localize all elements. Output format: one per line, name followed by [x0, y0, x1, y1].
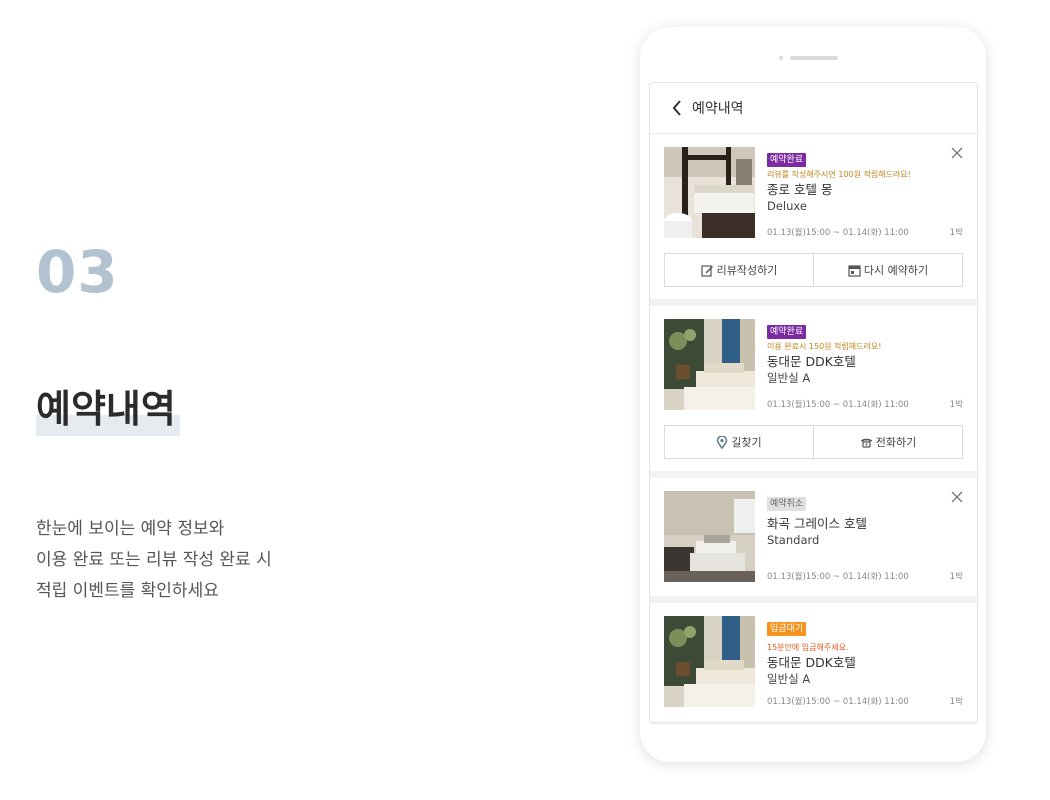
close-icon[interactable]	[949, 145, 965, 161]
reservation-card: 예약취소 화곡 그레이스 호텔 Standard 01.13(월)15:00 ~…	[650, 478, 977, 596]
page-title: 예약내역	[692, 101, 744, 117]
nights-count: 1박	[949, 697, 963, 707]
reward-notice: 리뷰를 작성해주시면 100원 적립해드려요!	[767, 170, 911, 179]
hotel-thumbnail[interactable]	[664, 491, 755, 582]
nights-count: 1박	[949, 572, 963, 582]
location-pin-icon	[717, 435, 728, 449]
nights-count: 1박	[949, 228, 963, 238]
hotel-name[interactable]: 화곡 그레이스 호텔	[767, 515, 963, 532]
description-line: 적립 이벤트를 확인하세요	[36, 581, 219, 601]
directions-label: 길찾기	[731, 436, 762, 449]
stay-dates: 01.13(월)15:00 ~ 01.14(화) 11:00	[767, 228, 909, 238]
action-bar: 리뷰작성하기 다시 예약하기	[664, 253, 963, 287]
reward-notice: 이용 완료시 150원 적립해드려요!	[767, 342, 882, 351]
payment-notice: 15분안에 입금해주세요.	[767, 643, 849, 652]
directions-button[interactable]: 길찾기	[665, 426, 813, 458]
room-type: 일반실 A	[767, 672, 811, 686]
close-icon[interactable]	[949, 489, 965, 505]
reservation-card: 예약완료 이용 완료시 150원 적립해드려요! 동대문 DDK호텔 일반실 A…	[650, 306, 977, 471]
calendar-icon	[848, 264, 861, 277]
rebook-label: 다시 예약하기	[863, 264, 929, 277]
nights-count: 1박	[949, 400, 963, 410]
hotel-name[interactable]: 동대문 DDK호텔	[767, 654, 963, 671]
hotel-name[interactable]: 동대문 DDK호텔	[767, 353, 963, 370]
phone-speaker	[790, 56, 838, 60]
description-line: 한눈에 보이는 예약 정보와	[36, 519, 225, 539]
call-button[interactable]: 전화하기	[813, 426, 962, 458]
status-badge: 입금대기	[767, 622, 807, 636]
write-review-label: 리뷰작성하기	[716, 264, 778, 277]
hotel-name[interactable]: 종로 호텔 몽	[767, 181, 963, 198]
rebook-button[interactable]: 다시 예약하기	[813, 254, 962, 286]
status-badge: 예약완료	[767, 325, 807, 339]
feature-title: 예약내역	[36, 386, 180, 436]
step-number: 03	[36, 238, 119, 306]
phone-icon	[860, 438, 872, 448]
room-type: 일반실 A	[767, 371, 811, 385]
edit-icon	[701, 264, 713, 277]
hotel-thumbnail[interactable]	[664, 616, 755, 707]
hotel-thumbnail[interactable]	[664, 147, 755, 238]
description-line: 이용 완료 또는 리뷰 작성 완료 시	[36, 550, 272, 570]
room-type: Deluxe	[767, 199, 807, 213]
reservation-card: 예약완료 리뷰를 작성해주시면 100원 적립해드려요! 종로 호텔 몽 Del…	[650, 134, 977, 299]
app-header: 예약내역	[650, 83, 977, 134]
status-badge: 예약완료	[767, 153, 807, 167]
stay-dates: 01.13(월)15:00 ~ 01.14(화) 11:00	[767, 572, 909, 582]
app-screen: 예약내역 예약완료 리뷰를 작성해주시면 100원 적립해드려요! 종로 호텔 …	[649, 82, 978, 724]
reservation-card: 입금대기 15분안에 입금해주세요. 동대문 DDK호텔 일반실 A 01.13…	[650, 603, 977, 721]
stay-dates: 01.13(월)15:00 ~ 01.14(화) 11:00	[767, 697, 909, 707]
feature-description: 한눈에 보이는 예약 정보와 이용 완료 또는 리뷰 작성 완료 시 적립 이벤…	[36, 514, 272, 607]
action-bar: 길찾기 전화하기	[664, 425, 963, 459]
hotel-thumbnail[interactable]	[664, 319, 755, 410]
chevron-left-icon[interactable]	[665, 96, 689, 120]
room-type: Standard	[767, 533, 820, 547]
call-label: 전화하기	[875, 436, 917, 449]
phone-mockup: 예약내역 예약완료 리뷰를 작성해주시면 100원 적립해드려요! 종로 호텔 …	[640, 27, 986, 762]
stay-dates: 01.13(월)15:00 ~ 01.14(화) 11:00	[767, 400, 909, 410]
camera-dot	[779, 56, 783, 60]
write-review-button[interactable]: 리뷰작성하기	[665, 254, 813, 286]
status-badge: 예약취소	[767, 497, 807, 511]
